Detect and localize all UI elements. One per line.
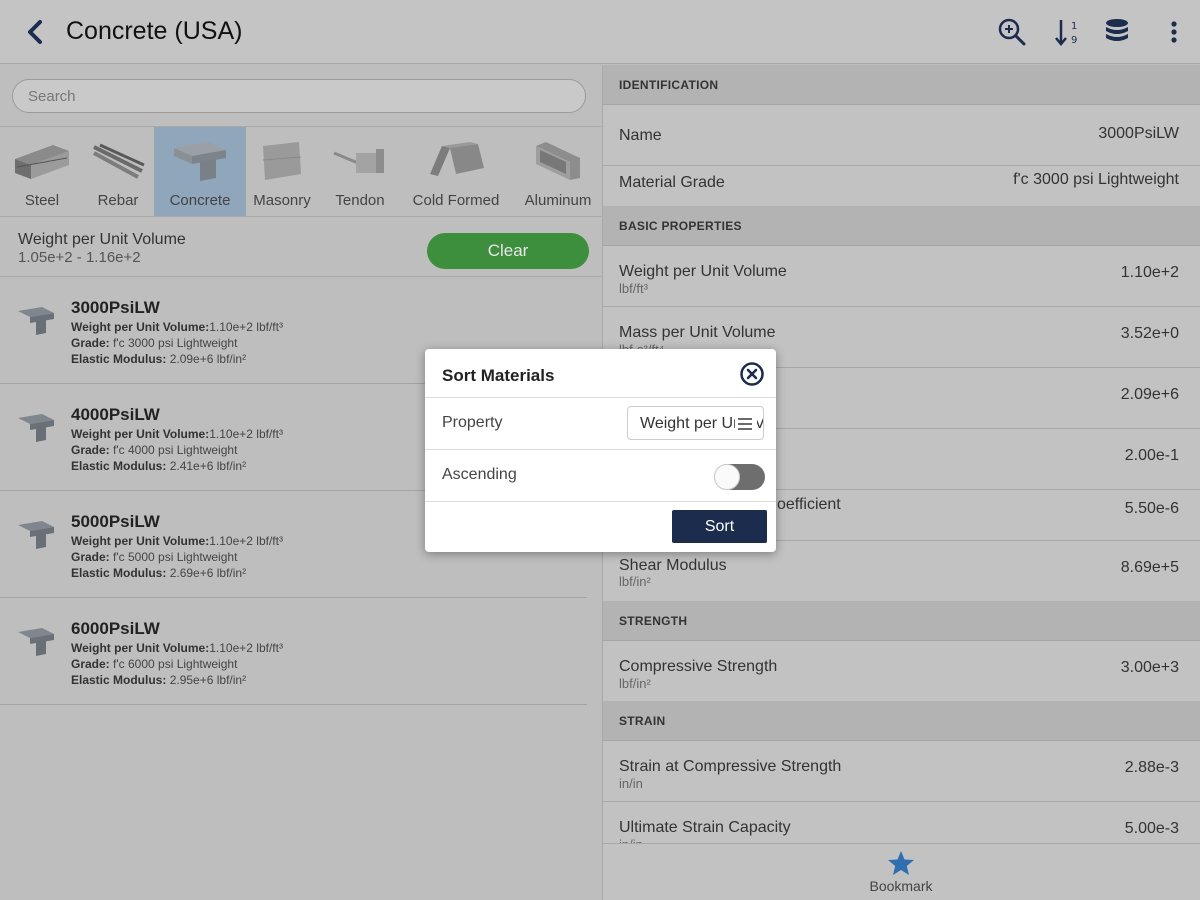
svg-text:9: 9: [1071, 35, 1077, 46]
top-app-bar: Concrete (USA) 1 9: [0, 0, 1200, 64]
active-filter: Weight per Unit Volume 1.05e+2 - 1.16e+2…: [0, 217, 601, 277]
concrete-beam-icon: [18, 521, 54, 549]
sort-button[interactable]: 1 9: [1050, 14, 1086, 50]
more-vertical-icon: [1171, 21, 1177, 43]
property-label: Property: [442, 414, 503, 431]
more-button[interactable]: [1156, 14, 1192, 50]
dialog-header: Sort Materials: [425, 349, 776, 398]
aluminum-channel-icon: [532, 139, 584, 183]
detail-row: Weight per Unit Volume lbf/ft³ 1.10e+2: [603, 246, 1200, 307]
property-select[interactable]: Weight per Unit Volume: [627, 406, 764, 440]
bookmark-button[interactable]: Bookmark: [853, 850, 949, 898]
zoom-button[interactable]: [994, 14, 1030, 50]
rebar-icon: [90, 139, 146, 183]
category-aluminum[interactable]: Aluminum: [518, 127, 598, 216]
back-button[interactable]: [18, 14, 52, 50]
concrete-beam-icon: [18, 628, 54, 656]
category-steel[interactable]: Steel: [6, 127, 78, 216]
ascending-toggle[interactable]: [714, 464, 765, 490]
sort-numeric-icon: 1 9: [1055, 20, 1077, 46]
close-circle-icon: [740, 362, 764, 386]
section-strength: STRENGTH: [603, 601, 1200, 641]
category-cold-formed[interactable]: Cold Formed: [404, 127, 508, 216]
section-strain: STRAIN: [603, 701, 1200, 741]
sort-materials-dialog: Sort Materials Property Weight per Unit …: [425, 349, 776, 552]
category-tendon[interactable]: Tendon: [320, 127, 400, 216]
tendon-anchor-icon: [332, 139, 388, 183]
database-button[interactable]: [1099, 14, 1135, 50]
concrete-beam-icon: [18, 307, 54, 335]
category-masonry[interactable]: Masonry: [246, 127, 318, 216]
section-basic-properties: BASIC PROPERTIES: [603, 206, 1200, 246]
svg-text:1: 1: [1071, 21, 1077, 32]
sort-button[interactable]: Sort: [672, 510, 767, 543]
chevron-left-icon: [28, 20, 42, 44]
steel-beam-icon: [13, 139, 71, 183]
divider: [0, 704, 587, 705]
menu-icon: [738, 418, 752, 430]
bookmark-bar: Bookmark: [603, 843, 1200, 900]
filter-range: 1.05e+2 - 1.16e+2: [18, 249, 141, 266]
dialog-title: Sort Materials: [442, 366, 555, 385]
masonry-block-icon: [259, 139, 305, 183]
category-rebar[interactable]: Rebar: [80, 127, 156, 216]
filter-name: Weight per Unit Volume: [18, 231, 186, 248]
concrete-beam-icon: [18, 414, 54, 442]
search-bar: [0, 65, 601, 127]
concrete-beam-icon: [170, 139, 230, 183]
section-identification: IDENTIFICATION: [603, 65, 1200, 105]
zoom-search-icon: [998, 18, 1026, 46]
detail-row: Material Grade f'c 3000 psi Lightweight: [603, 156, 1200, 207]
database-icon: [1106, 19, 1128, 41]
detail-row: Compressive Strength lbf/in² 3.00e+3: [603, 641, 1200, 702]
clear-filter-button[interactable]: Clear: [427, 233, 589, 269]
search-input[interactable]: [12, 79, 586, 113]
cold-formed-section-icon: [426, 139, 486, 183]
ascending-label: Ascending: [442, 466, 517, 483]
property-row: Property Weight per Unit Volume: [425, 398, 776, 450]
star-icon: [888, 851, 914, 875]
category-concrete[interactable]: Concrete: [154, 127, 246, 216]
ascending-row: Ascending: [425, 450, 776, 502]
close-dialog-button[interactable]: [739, 361, 765, 387]
category-bar: Steel Rebar Concrete Masonry Tendon Cold…: [0, 127, 601, 217]
detail-row: Strain at Compressive Strength in/in 2.8…: [603, 741, 1200, 802]
page-title: Concrete (USA): [66, 17, 243, 45]
toggle-knob: [714, 464, 740, 490]
list-item[interactable]: 6000PsiLW Weight per Unit Volume:1.10e+2…: [0, 598, 601, 705]
